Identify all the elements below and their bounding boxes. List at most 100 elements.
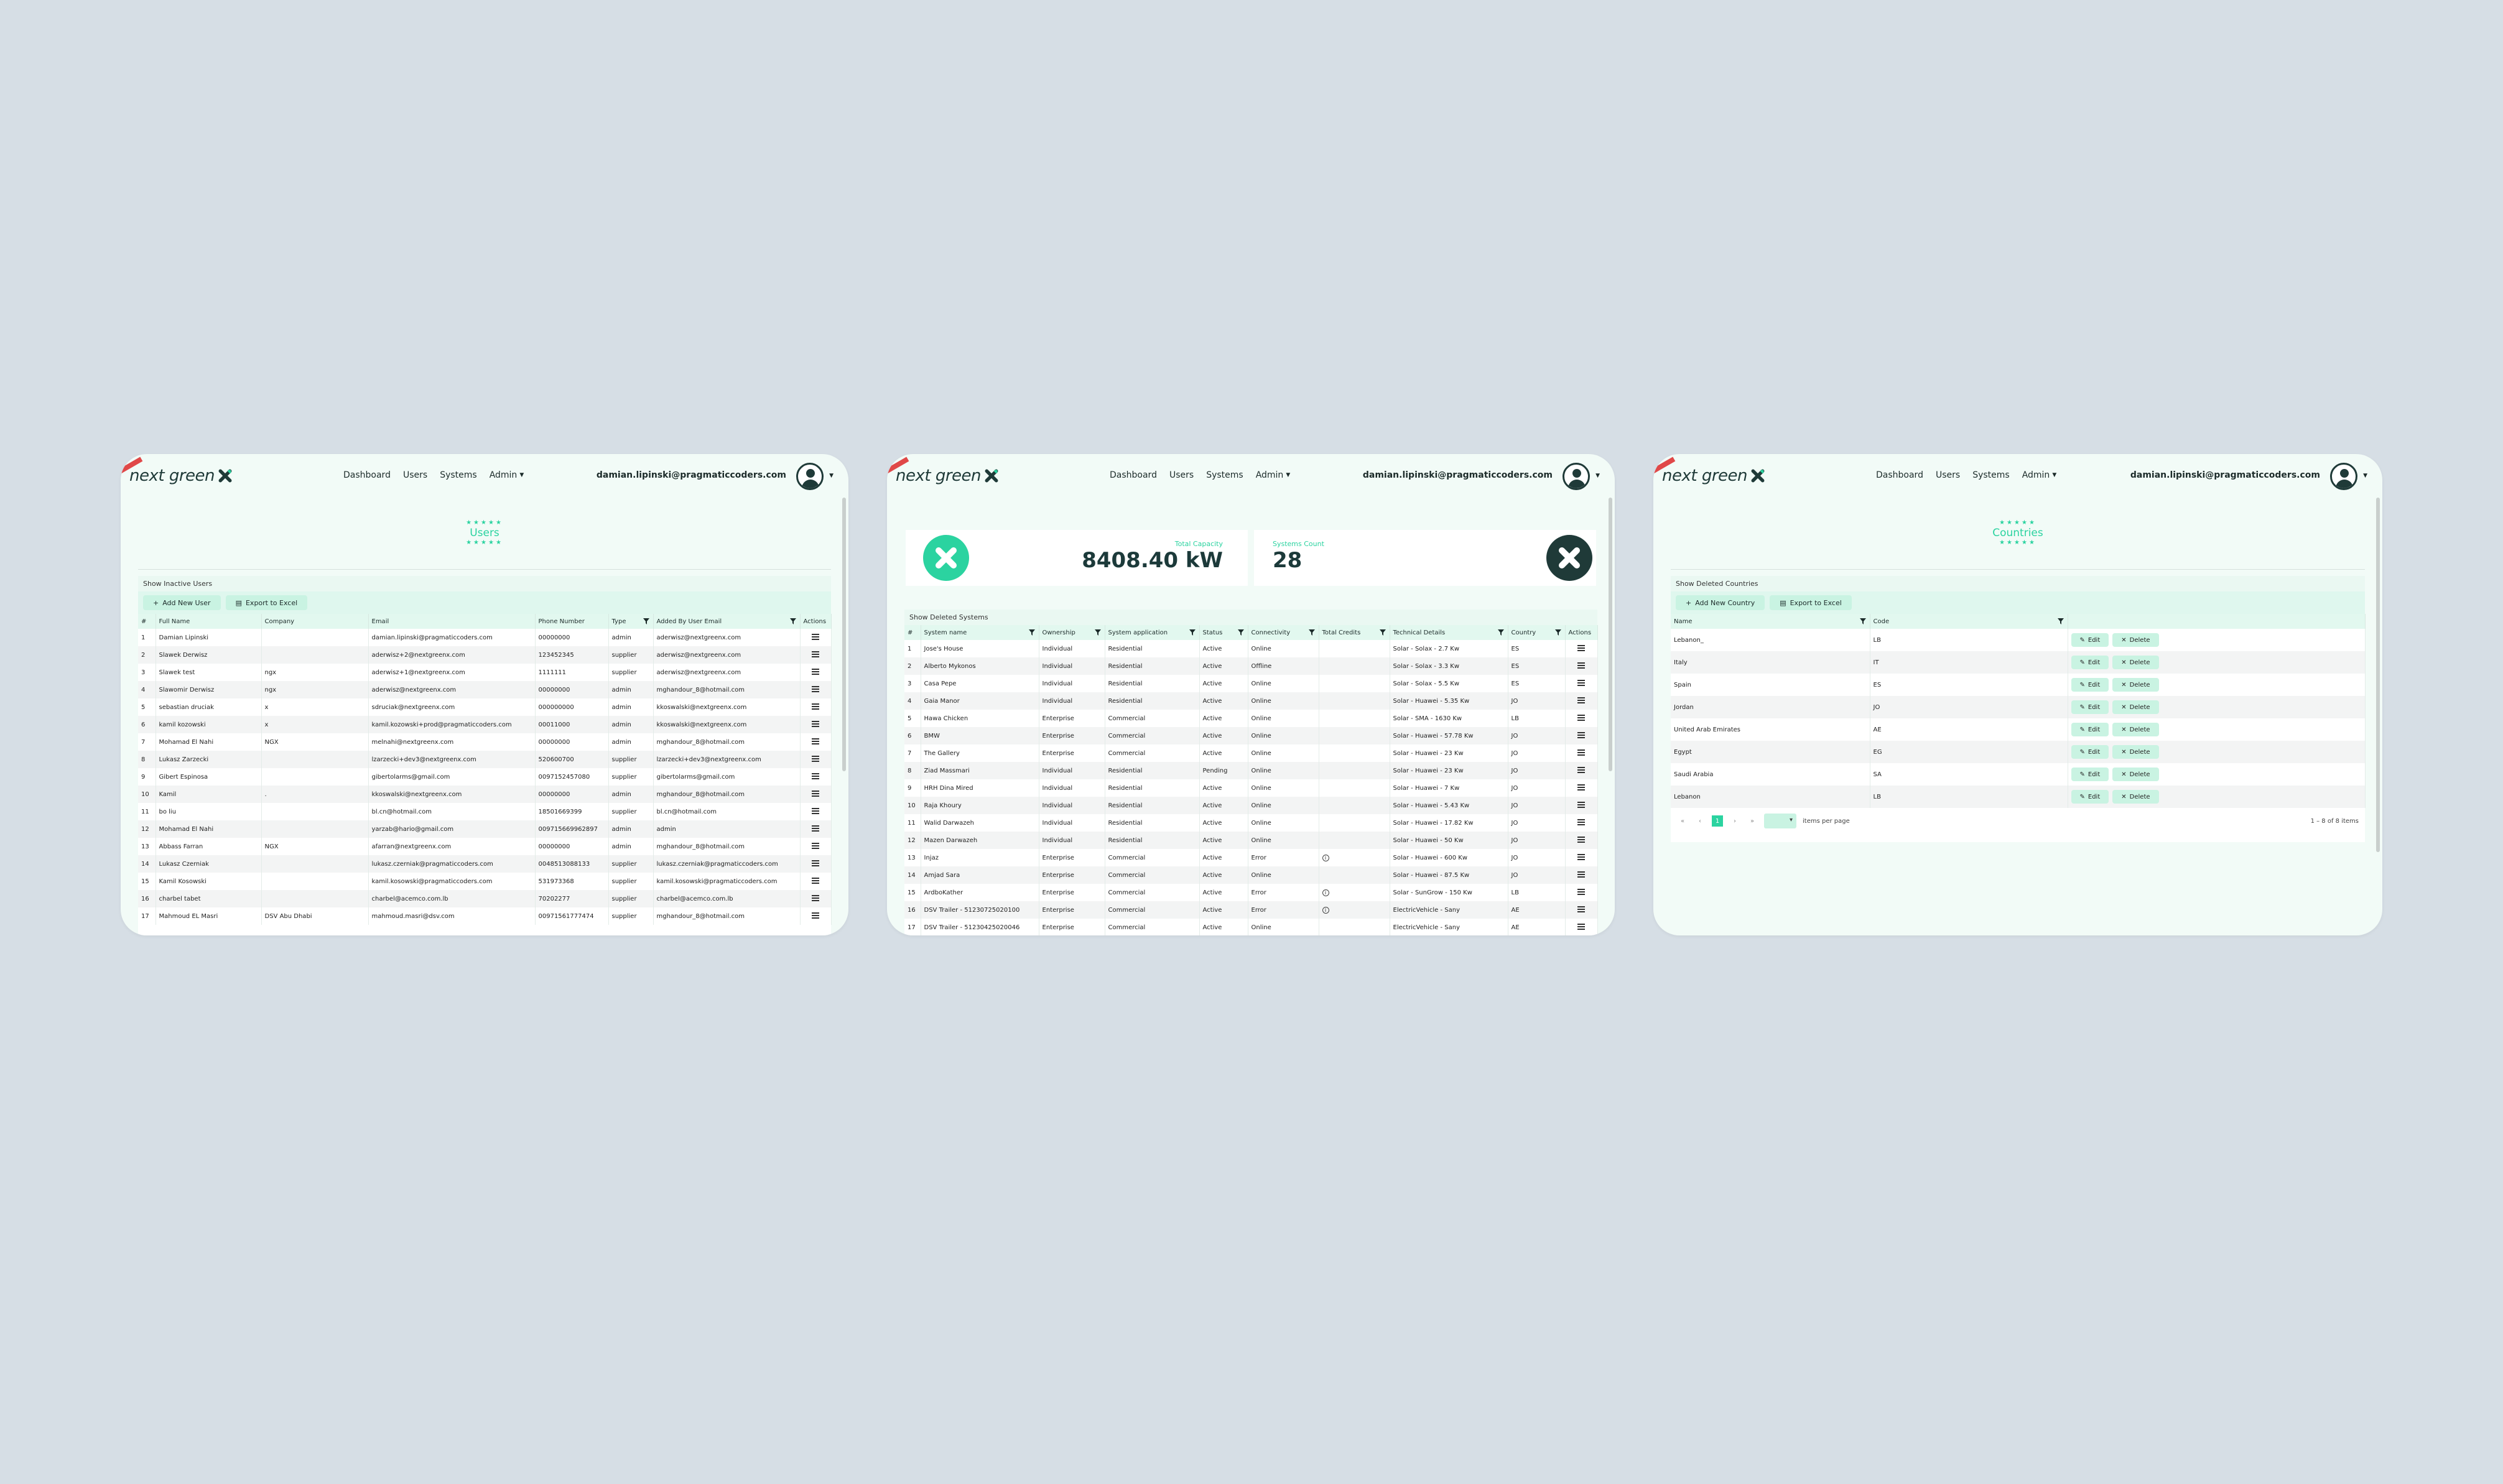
menu-icon[interactable] [1577,888,1585,895]
table-row[interactable]: 10 Raja Khoury Individual Residential Active… [904,797,1598,814]
filter-icon[interactable] [1379,629,1386,636]
menu-icon[interactable] [1577,697,1585,703]
chevron-down-icon[interactable]: ▼ [2363,473,2367,479]
nav-users[interactable]: Users [1169,470,1194,480]
menu-icon[interactable] [812,912,819,919]
delete-button[interactable]: ✕ Delete [2112,723,2159,736]
menu-icon[interactable] [1577,871,1585,878]
table-row[interactable]: 2 Slawek Derwisz aderwisz+2@nextgreenx.com… [138,646,832,664]
menu-icon[interactable] [1577,662,1585,669]
column-header[interactable]: Actions [1565,625,1598,640]
table-row[interactable]: 17 DSV Trailer - 51230425020046 Enterprise… [904,919,1598,935]
nav-admin[interactable]: Admin ▼ [2022,470,2057,480]
nav-dashboard[interactable]: Dashboard [343,470,391,480]
nav-systems[interactable]: Systems [1972,470,2010,480]
table-row[interactable]: 1 Jose's House Individual Residential Active… [904,640,1598,657]
table-row[interactable]: 11 bo liu bl.cn@hotmail.com 18501669399 supp… [138,803,832,820]
scrollbar[interactable] [2376,498,2380,852]
menu-icon[interactable] [812,651,819,657]
delete-button[interactable]: ✕ Delete [2112,633,2159,647]
avatar-icon[interactable] [796,463,824,490]
menu-icon[interactable] [812,703,819,710]
menu-icon[interactable] [812,807,819,814]
table-row[interactable]: 11 Walid Darwazeh Individual Residential Act… [904,814,1598,832]
menu-icon[interactable] [1577,853,1585,860]
menu-icon[interactable] [1577,906,1585,912]
delete-button[interactable]: ✕ Delete [2112,678,2159,692]
menu-icon[interactable] [1577,766,1585,773]
column-header[interactable]: Connectivity [1248,625,1319,640]
table-row[interactable]: 17 Mahmoud EL Masri DSV Abu Dhabi mahmoud.m… [138,907,832,925]
page-button[interactable]: 1 [1712,815,1723,827]
table-row[interactable]: Saudi Arabia SA ✎ Edit ✕ Delete [1671,763,2366,786]
menu-icon[interactable] [812,720,819,727]
menu-icon[interactable] [812,842,819,849]
column-header[interactable]: # [138,614,156,629]
brand-logo[interactable]: next green [129,466,232,485]
delete-button[interactable]: ✕ Delete [2112,790,2159,804]
menu-icon[interactable] [812,772,819,779]
table-row[interactable]: 14 Amjad Sara Enterprise Commercial Active On… [904,866,1598,884]
menu-icon[interactable] [812,825,819,832]
first-page-button[interactable]: « [1677,815,1688,827]
brand-logo[interactable]: next green [896,466,998,485]
column-header[interactable]: Company [261,614,369,629]
column-header[interactable]: Ownership [1039,625,1105,640]
edit-button[interactable]: ✎ Edit [2071,790,2109,804]
filter-icon[interactable] [1308,629,1315,636]
table-row[interactable]: 8 Ziad Massmari Individual Residential Pendi… [904,762,1598,779]
table-row[interactable]: Lebanon_ LB ✎ Edit ✕ Delete [1671,629,2366,651]
menu-icon[interactable] [812,755,819,762]
table-row[interactable]: 4 Gaia Manor Individual Residential Active On… [904,692,1598,710]
nav-admin[interactable]: Admin ▼ [1256,470,1291,480]
column-header[interactable]: Added By User Email [653,614,801,629]
export-excel-button[interactable]: ▤ Export to Excel [225,595,308,610]
table-row[interactable]: 12 Mazen Darwazeh Individual Residential Act… [904,832,1598,849]
table-row[interactable]: 15 Kamil Kosowski kamil.kosowski@pragmatic… [138,873,832,890]
scrollbar[interactable] [1609,498,1612,771]
column-header[interactable]: Email [368,614,536,629]
table-row[interactable]: 12 Mohamad El Nahi yarzab@hario@gmail.com 0… [138,820,832,838]
avatar-icon[interactable] [2330,463,2357,490]
filter-icon[interactable] [1028,629,1035,636]
menu-icon[interactable] [812,877,819,884]
export-excel-button[interactable]: ▤ Export to Excel [1770,595,1852,610]
column-header[interactable]: Technical Details [1390,625,1508,640]
table-row[interactable]: 9 HRH Dina Mired Individual Residential Acti… [904,779,1598,797]
menu-icon[interactable] [1577,714,1585,721]
menu-icon[interactable] [1577,923,1585,930]
column-header[interactable]: Status [1199,625,1248,640]
brand-logo[interactable]: next green [1662,466,1765,485]
edit-button[interactable]: ✎ Edit [2071,678,2109,692]
edit-button[interactable]: ✎ Edit [2071,656,2109,669]
menu-icon[interactable] [1577,731,1585,738]
table-row[interactable]: 2 Alberto Mykonos Individual Residential Act… [904,657,1598,675]
column-header[interactable]: Full Name [156,614,262,629]
filter-icon[interactable] [789,618,796,624]
edit-button[interactable]: ✎ Edit [2071,768,2109,781]
menu-icon[interactable] [1577,836,1585,843]
menu-icon[interactable] [1577,749,1585,756]
table-row[interactable]: 16 charbel tabet charbel@acemco.com.lb 7020… [138,890,832,907]
prev-page-button[interactable]: ‹ [1694,815,1706,827]
menu-icon[interactable] [1577,784,1585,791]
menu-icon[interactable] [1577,679,1585,686]
table-row[interactable]: 5 sebastian druciak x sdruciak@nextgreenx.c… [138,698,832,716]
nav-dashboard[interactable]: Dashboard [1110,470,1157,480]
last-page-button[interactable]: » [1747,815,1758,827]
delete-button[interactable]: ✕ Delete [2112,745,2159,759]
scrollbar[interactable] [842,498,846,771]
info-icon[interactable]: i [1322,889,1329,896]
nav-users[interactable]: Users [1936,470,1960,480]
table-row[interactable]: United Arab Emirates AE ✎ Edit ✕ Delete [1671,718,2366,741]
filter-icon[interactable] [1094,629,1101,636]
table-row[interactable]: 6 kamil kozowski x kamil.kozowski+prod@prag… [138,716,832,733]
table-row[interactable]: 7 Mohamad El Nahi NGX melnahi@nextgreenx.co… [138,733,832,751]
nav-systems[interactable]: Systems [440,470,477,480]
nav-systems[interactable]: Systems [1206,470,1243,480]
table-row[interactable]: 7 The Gallery Enterprise Commercial Active On… [904,744,1598,762]
column-header[interactable]: Type [608,614,654,629]
table-row[interactable]: 16 DSV Trailer - 51230725020100 Enterprise… [904,901,1598,919]
table-row[interactable]: 13 Abbass Farran NGX afarran@nextgreenx.com… [138,838,832,855]
nav-dashboard[interactable]: Dashboard [1876,470,1923,480]
